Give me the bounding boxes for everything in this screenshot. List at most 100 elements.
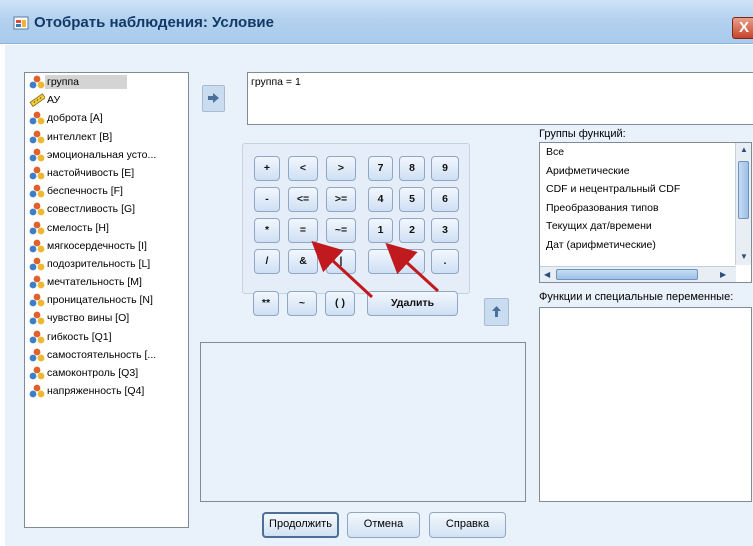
- calculator-keypad: + < > 7 8 9 - <= >= 4 5 6 * = ~= 1 2 3 /…: [242, 143, 470, 294]
- variable-list-item[interactable]: проницательность [N]: [25, 291, 188, 309]
- key-multiply[interactable]: *: [254, 218, 280, 243]
- scroll-right-icon[interactable]: ▶: [720, 270, 726, 280]
- variable-label: настойчивость [E]: [47, 166, 135, 179]
- horizontal-scrollbar[interactable]: ◀ ▶: [540, 266, 736, 282]
- variable-list-item[interactable]: гибкость [Q1]: [25, 328, 188, 346]
- key-and[interactable]: &: [288, 249, 318, 274]
- variable-list-item[interactable]: беспечность [F]: [25, 182, 188, 200]
- cancel-button[interactable]: Отмена: [347, 512, 420, 538]
- nominal-variable-icon: [29, 184, 45, 198]
- variable-label: смелость [H]: [47, 221, 109, 234]
- variable-list-item[interactable]: самоконтроль [Q3]: [25, 364, 188, 382]
- variable-label: мягкосердечность [I]: [47, 239, 147, 252]
- function-groups-label: Группы функций:: [539, 128, 626, 140]
- nominal-variable-icon: [29, 239, 45, 253]
- function-group-item[interactable]: Дат (арифметические): [540, 236, 751, 255]
- function-description-area: [200, 342, 526, 502]
- key-greater-than[interactable]: >: [326, 156, 356, 181]
- key-not[interactable]: ~: [287, 291, 317, 316]
- nominal-variable-icon: [29, 366, 45, 380]
- select-cases-if-dialog: группа АУ доброта [A] интеллект [B] эмоциона…: [5, 45, 753, 546]
- function-group-item[interactable]: Все: [540, 143, 751, 162]
- variable-list-item[interactable]: группа: [25, 73, 188, 91]
- variable-list-item[interactable]: подозрительность [L]: [25, 255, 188, 273]
- close-button[interactable]: X: [732, 17, 753, 39]
- nominal-variable-icon: [29, 257, 45, 271]
- nominal-variable-icon: [29, 311, 45, 325]
- key-8[interactable]: 8: [399, 156, 425, 181]
- variable-list-item[interactable]: напряженность [Q4]: [25, 382, 188, 400]
- key-power[interactable]: **: [253, 291, 279, 316]
- nominal-variable-icon: [29, 202, 45, 216]
- key-equals[interactable]: =: [288, 218, 318, 243]
- key-plus[interactable]: +: [254, 156, 280, 181]
- scroll-thumb[interactable]: [738, 161, 749, 219]
- key-less-equal[interactable]: <=: [288, 187, 318, 212]
- key-minus[interactable]: -: [254, 187, 280, 212]
- condition-expression-field[interactable]: группа = 1: [247, 72, 753, 125]
- arrow-right-icon: [208, 93, 219, 103]
- variable-list-item[interactable]: мягкосердечность [I]: [25, 237, 188, 255]
- function-group-item[interactable]: Текущих дат/времени: [540, 217, 751, 236]
- nominal-variable-icon: [29, 75, 45, 89]
- key-divide[interactable]: /: [254, 249, 280, 274]
- scroll-thumb[interactable]: [556, 269, 698, 280]
- key-7[interactable]: 7: [368, 156, 393, 181]
- function-group-item[interactable]: CDF и нецентральный CDF: [540, 180, 751, 199]
- function-group-item[interactable]: Преобразования типов: [540, 199, 751, 218]
- variable-label: беспечность [F]: [47, 185, 123, 198]
- function-group-item[interactable]: Арифметические: [540, 162, 751, 181]
- function-groups-list[interactable]: Все Арифметические CDF и нецентральный CDF…: [539, 142, 752, 283]
- vertical-scrollbar[interactable]: ▲ ▼: [735, 143, 751, 265]
- variable-list-item[interactable]: смелость [H]: [25, 219, 188, 237]
- variable-label: самоконтроль [Q3]: [47, 367, 139, 379]
- variable-list-item[interactable]: чувство вины [O]: [25, 309, 188, 327]
- variable-list[interactable]: группа АУ доброта [A] интеллект [B] эмоциона…: [24, 72, 189, 528]
- variable-list-item[interactable]: настойчивость [E]: [25, 164, 188, 182]
- nominal-variable-icon: [29, 148, 45, 162]
- key-not-equal[interactable]: ~=: [326, 218, 356, 243]
- scroll-down-icon[interactable]: ▼: [740, 252, 748, 262]
- variable-list-item[interactable]: интеллект [B]: [25, 128, 188, 146]
- nominal-variable-icon: [29, 330, 45, 344]
- nominal-variable-icon: [29, 166, 45, 180]
- variable-list-item[interactable]: доброта [A]: [25, 109, 188, 127]
- key-greater-equal[interactable]: >=: [326, 187, 356, 212]
- nominal-variable-icon: [29, 348, 45, 362]
- variable-list-item[interactable]: мечтательность [M]: [25, 273, 188, 291]
- variable-label: доброта [A]: [47, 112, 103, 125]
- key-1[interactable]: 1: [368, 218, 393, 243]
- variable-label: проницательность [N]: [47, 294, 153, 307]
- move-variable-button[interactable]: [202, 85, 225, 112]
- key-or[interactable]: |: [326, 249, 356, 274]
- key-6[interactable]: 6: [431, 187, 459, 212]
- nominal-variable-icon: [29, 111, 45, 125]
- nominal-variable-icon: [29, 293, 45, 307]
- key-2[interactable]: 2: [399, 218, 425, 243]
- key-less-than[interactable]: <: [288, 156, 318, 181]
- key-decimal[interactable]: .: [431, 249, 459, 274]
- variable-label: чувство вины [O]: [47, 312, 130, 325]
- scroll-up-icon[interactable]: ▲: [740, 145, 748, 155]
- variable-list-item[interactable]: эмоциональная усто...: [25, 146, 188, 164]
- key-9[interactable]: 9: [431, 156, 459, 181]
- arrow-up-icon: [492, 306, 501, 317]
- help-button[interactable]: Справка: [429, 512, 506, 538]
- key-4[interactable]: 4: [368, 187, 393, 212]
- variable-list-item[interactable]: самостоятельность [...: [25, 346, 188, 364]
- continue-button[interactable]: Продолжить: [262, 512, 339, 538]
- functions-list[interactable]: [539, 307, 752, 502]
- key-parentheses[interactable]: ( ): [325, 291, 355, 316]
- delete-button[interactable]: Удалить: [367, 291, 458, 316]
- variable-list-item[interactable]: совестливость [G]: [25, 200, 188, 218]
- variable-label: интеллект [B]: [47, 130, 113, 143]
- scroll-left-icon[interactable]: ◀: [544, 270, 550, 280]
- variable-label: напряженность [Q4]: [47, 385, 145, 398]
- key-5[interactable]: 5: [399, 187, 425, 212]
- functions-label: Функции и специальные переменные:: [539, 291, 734, 303]
- key-3[interactable]: 3: [431, 218, 459, 243]
- variable-label: мечтательность [M]: [47, 276, 142, 289]
- move-function-button[interactable]: [484, 298, 509, 326]
- variable-list-item[interactable]: АУ: [25, 91, 188, 109]
- key-0[interactable]: 0: [368, 249, 425, 274]
